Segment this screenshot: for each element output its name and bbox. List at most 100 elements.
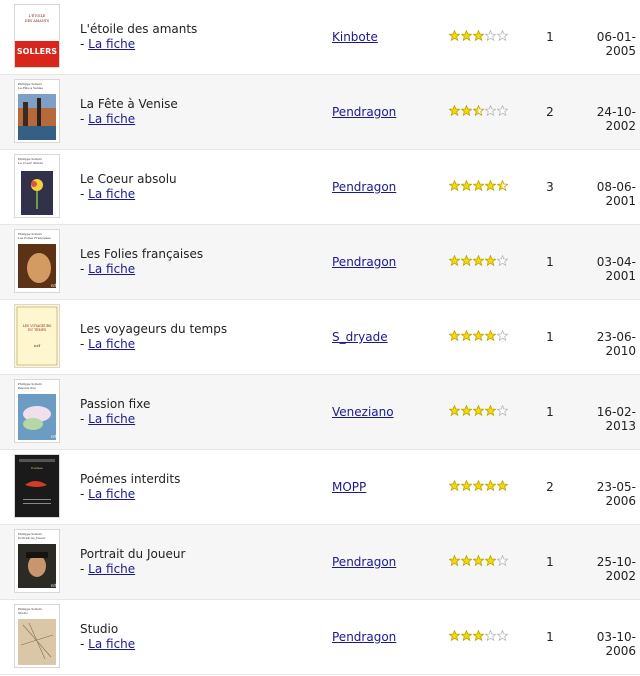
title-cell: Les voyageurs du temps - La fiche xyxy=(80,322,300,352)
title-cell: Passion fixe - La fiche xyxy=(80,397,300,427)
book-title: Les voyageurs du temps xyxy=(80,322,228,336)
rating-star-icon xyxy=(449,555,460,567)
rating-stars xyxy=(449,630,508,642)
author-link[interactable]: S_dryade xyxy=(332,330,388,344)
fiche-link[interactable]: La fiche xyxy=(88,262,135,276)
rating-star-icon xyxy=(461,405,472,417)
rating-stars xyxy=(449,555,508,567)
review-count: 2 xyxy=(546,480,554,494)
book-row: Philippe Sollers Studio Studio - La fiche Pe… xyxy=(0,600,640,675)
fiche-link[interactable]: La fiche xyxy=(88,187,135,201)
book-title: Portrait du Joueur xyxy=(80,547,186,561)
title-cell: Les Folies françaises - La fiche xyxy=(80,247,300,277)
book-cover[interactable]: L'ÉTOILE DES AMANTS SOLLERS xyxy=(15,5,59,67)
review-count: 1 xyxy=(546,330,554,344)
review-date: 03-10-2006 xyxy=(596,630,636,658)
book-cover[interactable]: Philippe Sollers Studio xyxy=(15,605,59,667)
fiche-line: - La fiche xyxy=(80,37,300,52)
rating-star-icon xyxy=(461,555,472,567)
fiche-link[interactable]: La fiche xyxy=(88,412,135,426)
svg-text:La Fête à Venise: La Fête à Venise xyxy=(18,85,43,90)
svg-text:L'ÉTOILE: L'ÉTOILE xyxy=(29,13,46,18)
rating-star-icon xyxy=(485,405,496,417)
svg-text:DU TEMPS: DU TEMPS xyxy=(28,328,46,332)
rating-star-icon xyxy=(485,555,496,567)
book-cover[interactable]: Philippe Sollers Passion fixe nrf xyxy=(15,380,59,442)
author-link[interactable]: MOPP xyxy=(332,480,366,494)
rating-star-icon xyxy=(473,105,484,117)
book-row: Poèmes Poémes interdits - La fiche MOPP 2 23-… xyxy=(0,450,640,525)
rating-stars xyxy=(449,480,508,492)
book-cover[interactable]: Philippe Sollers Le Coeur Absolu xyxy=(15,155,59,217)
book-cover[interactable]: Philippe Sollers Les Folies Françaises nrf xyxy=(15,230,59,292)
book-row: Philippe Sollers Passion fixe nrf Passion f… xyxy=(0,375,640,450)
rating-star-icon xyxy=(449,105,460,117)
rating-star-icon xyxy=(473,405,484,417)
rating-star-icon xyxy=(485,105,496,117)
svg-text:SOLLERS: SOLLERS xyxy=(17,47,57,56)
svg-text:nrf: nrf xyxy=(51,434,57,439)
rating-star-icon xyxy=(497,480,508,492)
fiche-line: - La fiche xyxy=(80,562,300,577)
rating-star-icon xyxy=(461,30,472,42)
fiche-link[interactable]: La fiche xyxy=(88,337,135,351)
book-cover[interactable]: LES VOYAGEURS DU TEMPS nrf xyxy=(15,305,59,367)
rating-star-icon xyxy=(461,480,472,492)
fiche-line: - La fiche xyxy=(80,187,300,202)
title-cell: Studio - La fiche xyxy=(80,622,300,652)
svg-text:Les Folies Françaises: Les Folies Françaises xyxy=(18,236,51,240)
fiche-prefix: - xyxy=(80,262,89,276)
title-cell: Le Coeur absolu - La fiche xyxy=(80,172,300,202)
fiche-link[interactable]: La fiche xyxy=(88,637,135,651)
fiche-prefix: - xyxy=(80,562,89,576)
fiche-prefix: - xyxy=(80,112,89,126)
rating-stars xyxy=(449,105,508,117)
svg-text:nrf: nrf xyxy=(34,343,40,348)
book-row: LES VOYAGEURS DU TEMPS nrf Les voyageurs du… xyxy=(0,300,640,375)
rating-star-icon xyxy=(449,30,460,42)
svg-text:Passion fixe: Passion fixe xyxy=(18,386,36,390)
author-link[interactable]: Pendragon xyxy=(332,555,396,569)
review-count: 1 xyxy=(546,30,554,44)
rating-star-icon xyxy=(473,555,484,567)
rating-star-icon xyxy=(473,630,484,642)
author-link[interactable]: Pendragon xyxy=(332,255,396,269)
rating-star-icon xyxy=(461,180,472,192)
rating-star-icon xyxy=(485,330,496,342)
fiche-line: - La fiche xyxy=(80,487,300,502)
book-row: Philippe Sollers Le Coeur Absolu Le Coeur … xyxy=(0,150,640,225)
rating-star-icon xyxy=(449,255,460,267)
title-cell: Portrait du Joueur - La fiche xyxy=(80,547,300,577)
review-date: 08-06-2001 xyxy=(596,180,636,208)
book-cover[interactable]: Poèmes xyxy=(15,455,59,517)
fiche-line: - La fiche xyxy=(80,112,300,127)
rating-star-icon xyxy=(497,405,508,417)
svg-text:Poèmes: Poèmes xyxy=(31,466,43,470)
book-title: La Fête à Venise xyxy=(80,97,178,111)
author-link[interactable]: Pendragon xyxy=(332,180,396,194)
book-cover[interactable]: Philippe Sollers La Fête à Venise xyxy=(15,80,59,142)
book-cover[interactable]: Philippe Sollers Portrait du Joueur nrf xyxy=(15,530,59,592)
author-link[interactable]: Kinbote xyxy=(332,30,378,44)
fiche-link[interactable]: La fiche xyxy=(88,37,135,51)
rating-star-icon xyxy=(497,255,508,267)
author-link[interactable]: Pendragon xyxy=(332,630,396,644)
review-count: 1 xyxy=(546,405,554,419)
rating-stars xyxy=(449,405,508,417)
rating-star-icon xyxy=(485,180,496,192)
review-count: 2 xyxy=(546,105,554,119)
book-title: Poémes interdits xyxy=(80,472,181,486)
fiche-prefix: - xyxy=(80,37,89,51)
rating-star-icon xyxy=(485,255,496,267)
rating-star-icon xyxy=(497,555,508,567)
rating-star-icon xyxy=(449,480,460,492)
rating-star-icon xyxy=(485,480,496,492)
author-link[interactable]: Veneziano xyxy=(332,405,394,419)
fiche-link[interactable]: La fiche xyxy=(88,562,135,576)
fiche-link[interactable]: La fiche xyxy=(88,487,135,501)
author-link[interactable]: Pendragon xyxy=(332,105,396,119)
fiche-link[interactable]: La fiche xyxy=(88,112,135,126)
book-row: Philippe Sollers La Fête à Venise La Fête … xyxy=(0,75,640,150)
rating-star-icon xyxy=(461,105,472,117)
rating-star-icon xyxy=(485,630,496,642)
